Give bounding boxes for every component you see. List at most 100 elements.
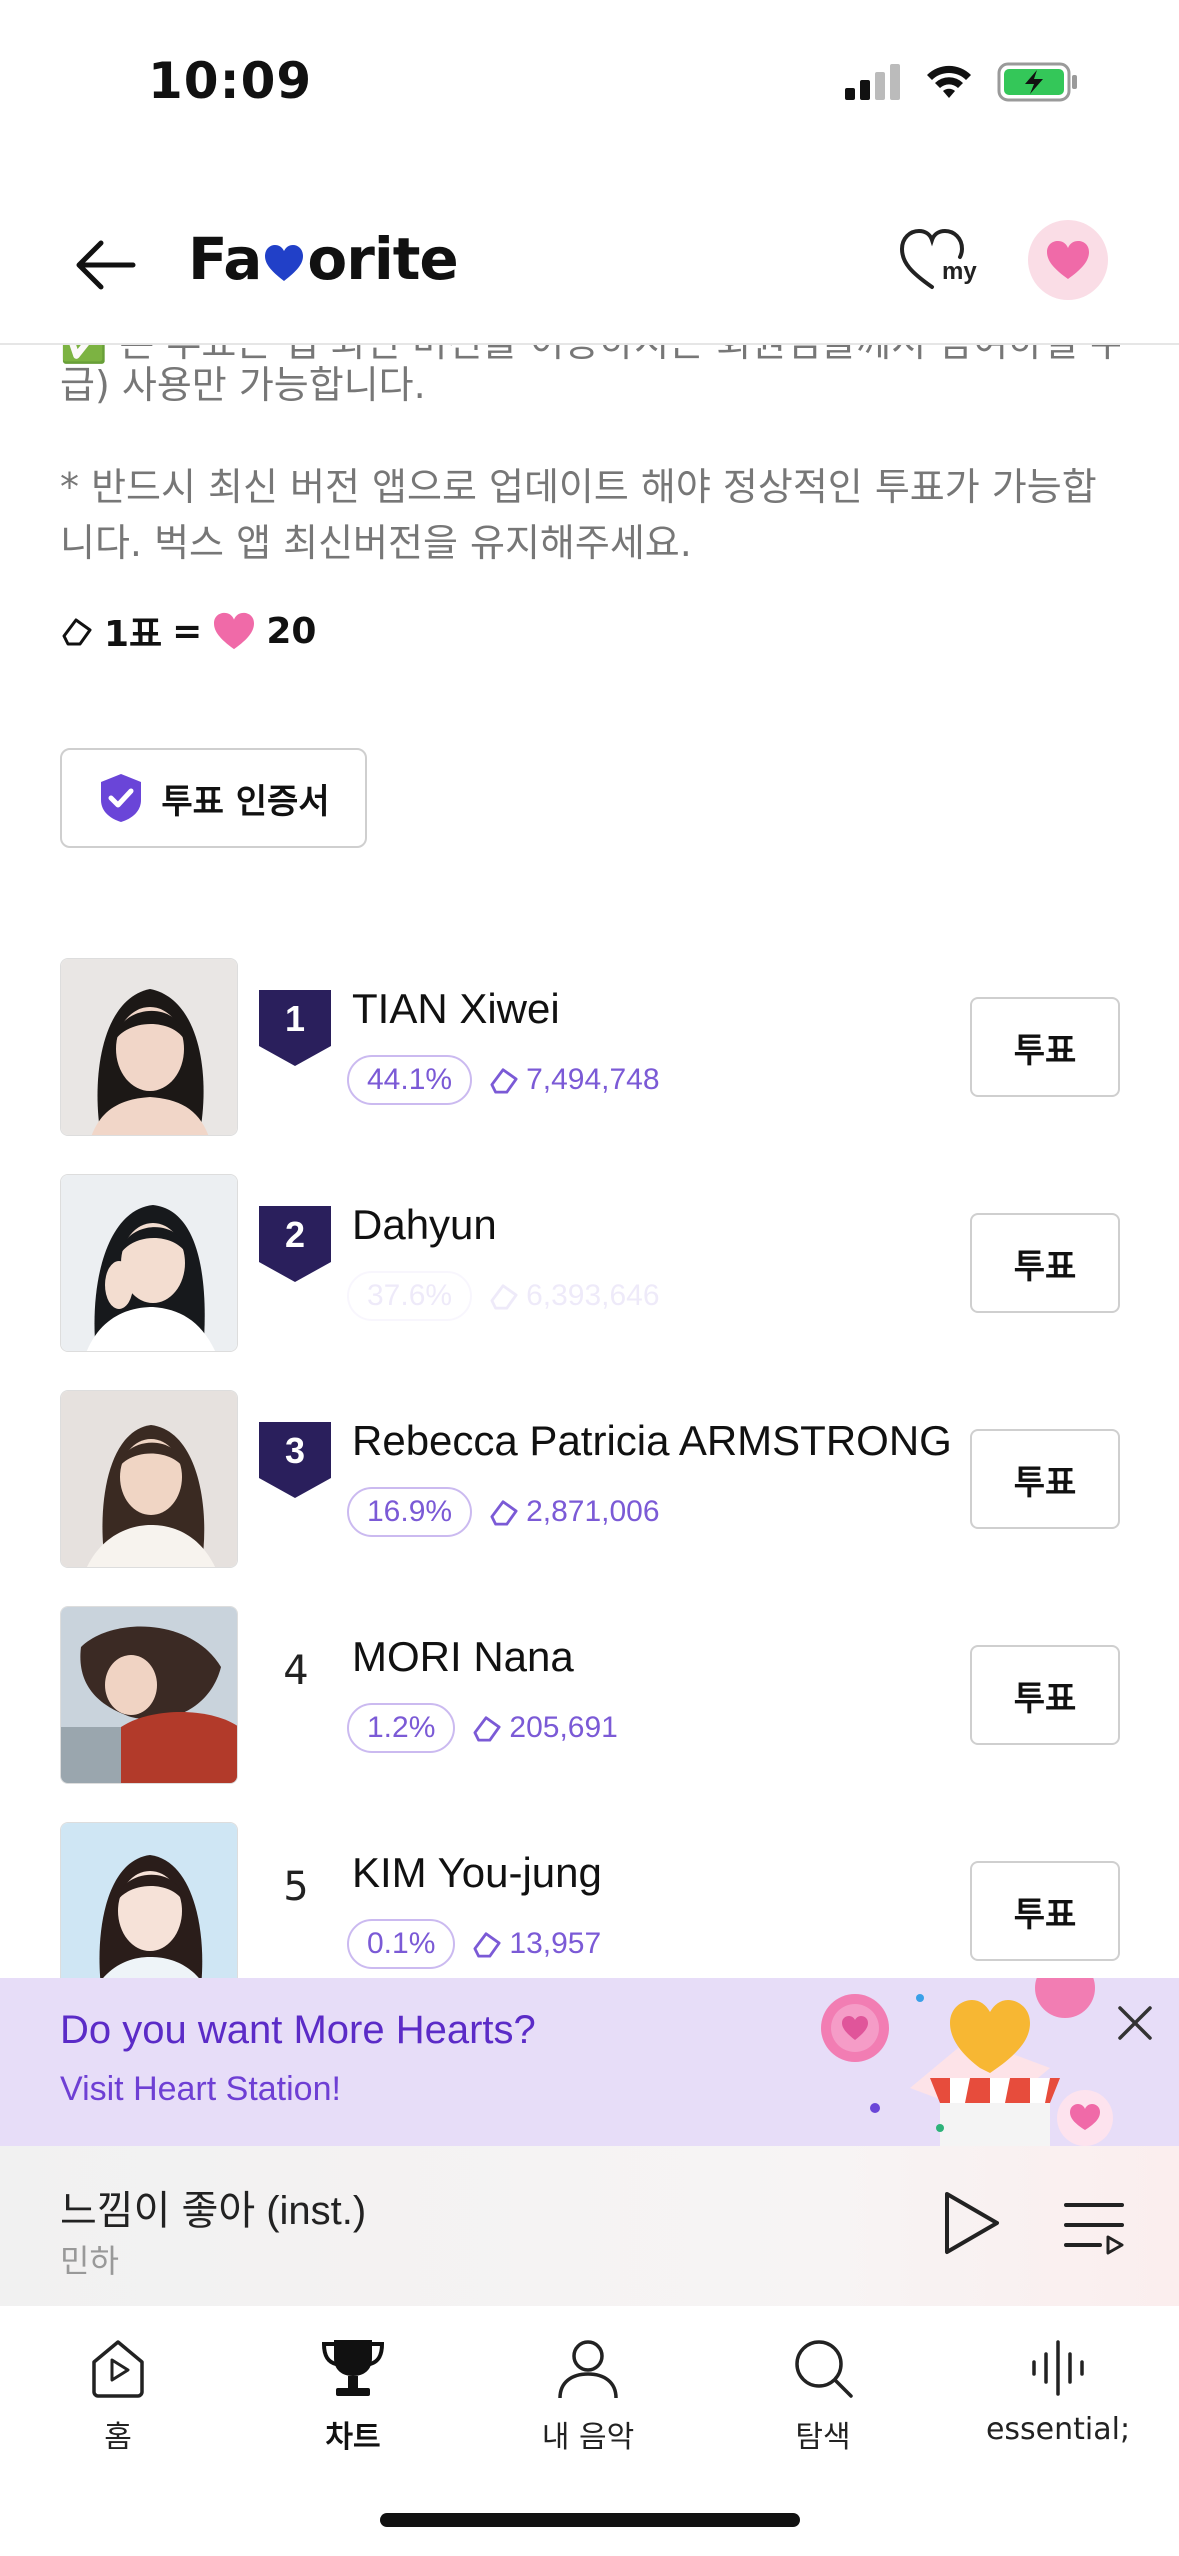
ranking-row: 3 Rebecca Patricia ARMSTRONG 16.9% 2,871… — [0, 1387, 1179, 1568]
vote-rate: 1표 = 20 — [60, 605, 316, 657]
vote-certificate-label: 투표 인증서 — [161, 781, 330, 822]
vote-percentage: 37.6% — [347, 1271, 473, 1321]
heart-letter-icon — [265, 245, 304, 281]
vote-button[interactable]: 투표 — [970, 1645, 1120, 1745]
artist-photo[interactable] — [60, 958, 238, 1136]
status-icons — [845, 62, 1079, 102]
artist-name: MORI Nana — [352, 1633, 574, 1680]
play-icon[interactable] — [935, 2188, 1005, 2258]
vote-stats: 0.1% 13,957 — [347, 1919, 601, 1969]
vote-count: 205,691 — [471, 1711, 618, 1745]
promo-title: Do you want More Hearts? — [60, 2008, 536, 2052]
tab-label: 홈 — [104, 2420, 132, 2455]
person-icon — [558, 2340, 618, 2399]
vote-stats: 1.2% 205,691 — [347, 1703, 618, 1753]
cellular-signal-icon — [845, 64, 900, 100]
artist-photo[interactable] — [60, 1606, 238, 1784]
rank-number: 4 — [283, 1648, 309, 1694]
rank-number: 5 — [283, 1864, 309, 1910]
vote-count-value: 13,957 — [509, 1927, 602, 1960]
rank-badge: 2 — [259, 1206, 331, 1286]
artist-name: TIAN Xiwei — [352, 985, 560, 1032]
eraser-vote-icon — [490, 1284, 518, 1310]
heart-shop-illustration — [821, 1978, 1113, 2146]
vote-count-value: 6,393,646 — [526, 1279, 660, 1312]
vote-percentage: 44.1% — [347, 1055, 473, 1105]
rank-badge: 1 — [259, 990, 331, 1070]
home-icon — [92, 2340, 144, 2398]
vote-count: 6,393,646 — [488, 1279, 660, 1313]
vote-button[interactable]: 투표 — [970, 997, 1120, 1097]
notice-update-text: * 반드시 최신 버전 앱으로 업데이트 해야 정상적인 투표가 가능합니다. … — [60, 465, 1097, 565]
status-time: 10:09 — [148, 52, 313, 110]
pink-heart-icon — [1047, 241, 1089, 279]
playlist-icon[interactable] — [1060, 2191, 1130, 2261]
tab-home[interactable]: 홈 — [18, 2336, 218, 2456]
vote-stats: 37.6% 6,393,646 — [347, 1271, 660, 1321]
page-title-prefix: Fa — [188, 225, 262, 293]
soundwave-icon — [1032, 2340, 1084, 2396]
vote-count-value: 205,691 — [509, 1711, 618, 1744]
vote-count: 13,957 — [471, 1927, 601, 1961]
vote-button[interactable]: 투표 — [970, 1861, 1120, 1961]
my-favorite-button[interactable]: my — [898, 225, 978, 305]
notice-partial-line: ✅ 본 투표는 앱 최신 버전을 이용하시는 회원님들께서 참여하실 수 있습니… — [60, 345, 1120, 415]
rate-equals: = — [172, 610, 203, 652]
tab-my-music[interactable]: 내 음악 — [488, 2336, 688, 2456]
tab-chart[interactable]: 차트 — [253, 2336, 453, 2456]
vote-button[interactable]: 투표 — [970, 1429, 1120, 1529]
rate-vote-text: 1표 — [104, 614, 163, 655]
vote-notice: ✅ 본 투표는 앱 최신 버전을 이용하시는 회원님들께서 참여하실 수 있습니… — [60, 345, 1120, 571]
home-indicator — [380, 2513, 800, 2527]
artist-photo[interactable] — [60, 1390, 238, 1568]
artist-name: Rebecca Patricia ARMSTRONG — [352, 1417, 952, 1464]
shield-check-icon — [101, 774, 142, 822]
artist-name: KIM You-jung — [352, 1849, 602, 1896]
tab-label: 탐색 — [795, 2420, 851, 2455]
vote-count: 2,871,006 — [488, 1495, 660, 1529]
vote-percentage: 1.2% — [347, 1703, 456, 1753]
rank-badge: 3 — [259, 1422, 331, 1502]
wifi-icon — [927, 65, 971, 98]
track-artist: 민하 — [60, 2242, 119, 2280]
notice-cut-text: 급) 사용만 가능합니다. — [60, 363, 426, 407]
vote-stats: 44.1% 7,494,748 — [347, 1055, 660, 1105]
top-header: Fa orite my — [0, 195, 1179, 345]
artist-photo[interactable] — [60, 1822, 238, 2000]
trophy-icon — [321, 2340, 385, 2396]
vote-count-value: 7,494,748 — [526, 1063, 660, 1096]
eraser-vote-icon — [473, 1932, 501, 1958]
artist-photo[interactable] — [60, 1174, 238, 1352]
eraser-vote-icon — [62, 618, 92, 646]
heart-station-button[interactable] — [1028, 220, 1108, 300]
tab-essential[interactable]: essential; — [958, 2336, 1158, 2447]
svg-text:my: my — [942, 258, 977, 285]
promo-subtitle: Visit Heart Station! — [60, 2070, 341, 2108]
tab-label: 내 음악 — [541, 2420, 635, 2455]
mini-player[interactable]: 느낌이 좋아 (inst.) 민하 — [0, 2146, 1179, 2306]
heart-station-banner[interactable]: Do you want More Hearts? Visit Heart Sta… — [0, 1978, 1179, 2146]
eraser-vote-icon — [490, 1068, 518, 1094]
ranking-row: 1 TIAN Xiwei 44.1% 7,494,748 투표 — [0, 955, 1179, 1136]
ranking-row: 2 Dahyun 37.6% 6,393,646 투표 — [0, 1171, 1179, 1352]
rank-number: 2 — [284, 1214, 306, 1255]
rate-hearts-text: 20 — [266, 610, 317, 652]
tab-label: essential; — [985, 2412, 1131, 2447]
back-button[interactable] — [70, 230, 140, 300]
ranking-row: 4 MORI Nana 1.2% 205,691 투표 — [0, 1603, 1179, 1784]
vote-certificate-button[interactable]: 투표 인증서 — [60, 748, 367, 848]
track-title: 느낌이 좋아 (inst.) — [60, 2189, 367, 2233]
vote-stats: 16.9% 2,871,006 — [347, 1487, 660, 1537]
rank-number: 1 — [284, 998, 306, 1039]
heart-outline-icon: my — [899, 228, 977, 289]
search-icon — [795, 2340, 853, 2398]
battery-charging-icon — [997, 62, 1077, 102]
vote-count-value: 2,871,006 — [526, 1495, 660, 1528]
artist-name: Dahyun — [352, 1201, 497, 1248]
rank-number: 3 — [284, 1430, 306, 1471]
close-icon[interactable] — [1110, 1998, 1160, 2048]
vote-button[interactable]: 투표 — [970, 1213, 1120, 1313]
page-title: Fa orite — [188, 225, 459, 293]
eraser-vote-icon — [473, 1716, 501, 1742]
tab-explore[interactable]: 탐색 — [723, 2336, 923, 2456]
